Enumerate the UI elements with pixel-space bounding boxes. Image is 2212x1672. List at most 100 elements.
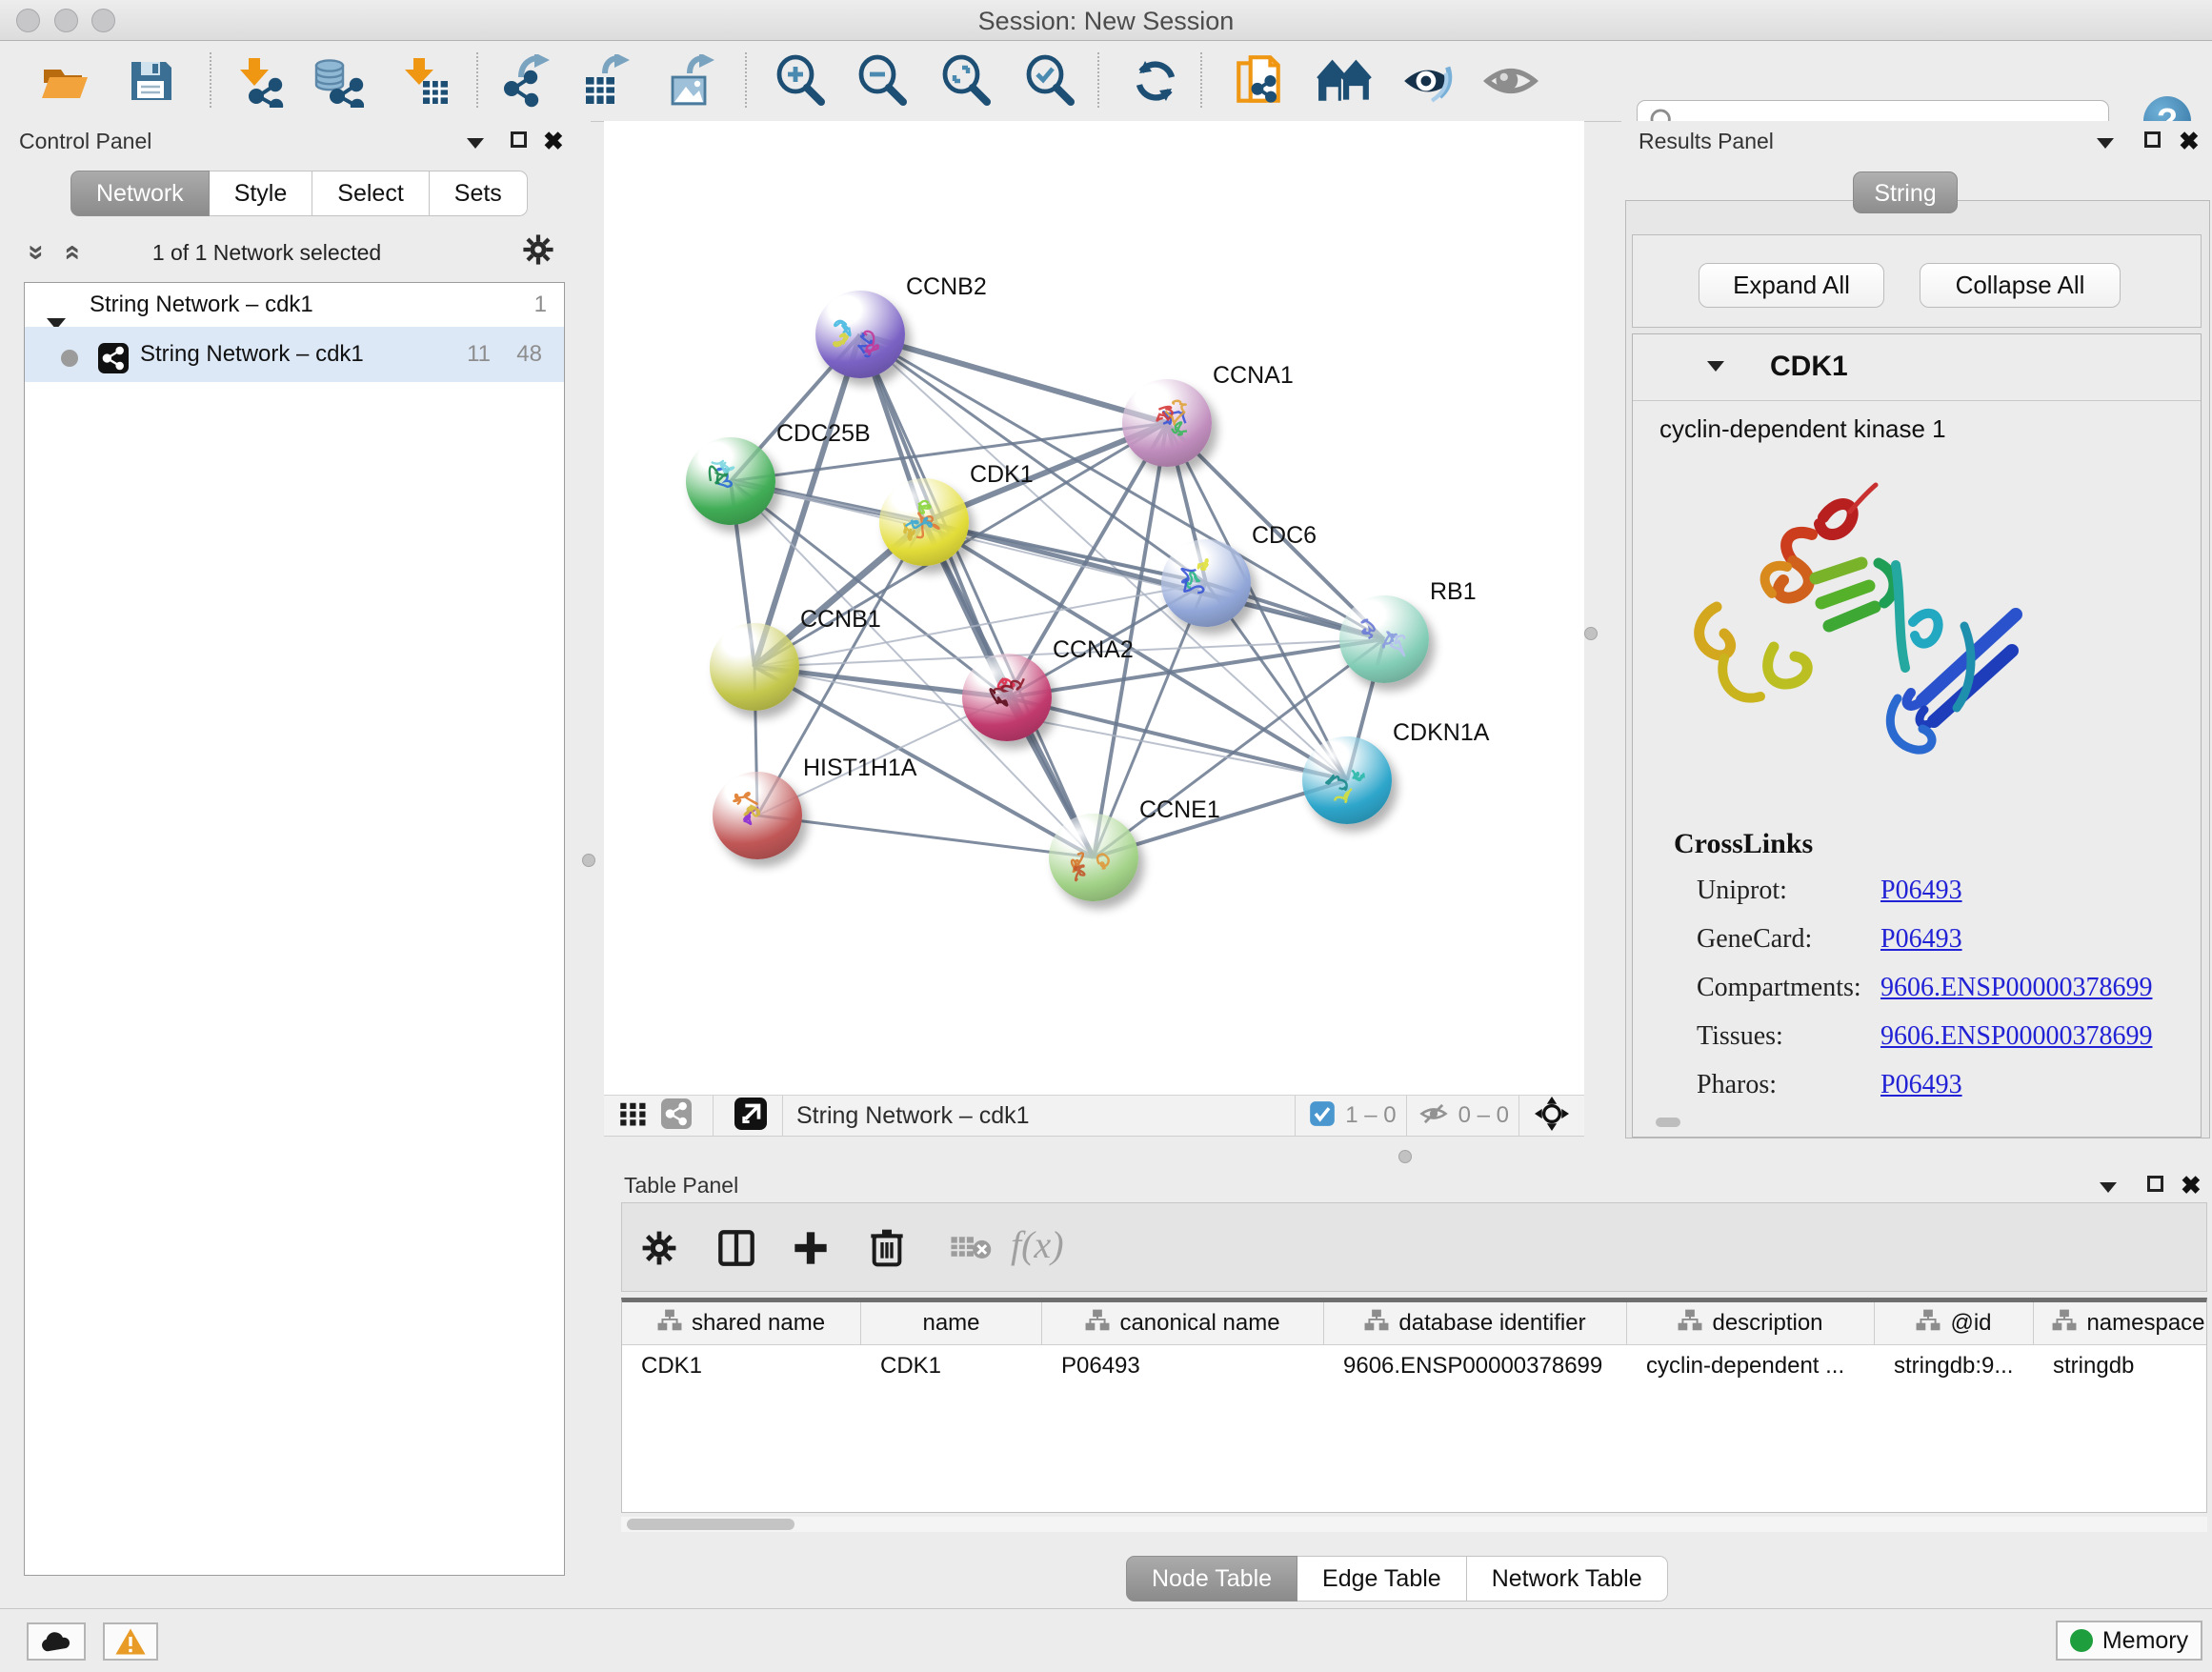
column-header-@id[interactable]: @id	[1875, 1302, 2034, 1344]
network-node-CCNA1[interactable]	[1122, 379, 1212, 467]
network-edge[interactable]	[757, 816, 1094, 857]
protein-card-header[interactable]: CDK1	[1633, 334, 2201, 401]
network-node-CCNE1[interactable]	[1049, 814, 1138, 901]
add-column-button[interactable]	[792, 1228, 830, 1273]
network-row-selected[interactable]: String Network – cdk1 11 48	[25, 327, 564, 382]
zoom-in-button[interactable]	[770, 50, 831, 111]
tab-network-table[interactable]: Network Table	[1467, 1556, 1668, 1601]
results-panel-collapse-button[interactable]	[2097, 136, 2114, 153]
column-header-canonical-name[interactable]: canonical name	[1042, 1302, 1324, 1344]
title-bar: Session: New Session	[0, 0, 2212, 41]
network-node-CDK1[interactable]	[879, 478, 969, 566]
network-node-CDKN1A[interactable]	[1302, 736, 1392, 824]
network-canvas[interactable]: CCNB2CCNA1CDC25BCDK1CDC6RB1CCNB1CCNA2CDK…	[604, 121, 1584, 1095]
tab-string[interactable]: String	[1853, 171, 1958, 213]
vertical-splitter-handle[interactable]	[582, 854, 595, 867]
import-table-button[interactable]	[394, 50, 455, 111]
results-panel-close-button[interactable]: ✖	[2179, 129, 2200, 153]
results-panel-float-button[interactable]	[2144, 131, 2161, 152]
function-builder-button[interactable]: f(x)	[1011, 1222, 1064, 1267]
crosslink-link[interactable]: P06493	[1880, 876, 1962, 906]
column-header-description[interactable]: description	[1627, 1302, 1875, 1344]
column-header-database-identifier[interactable]: database identifier	[1324, 1302, 1627, 1344]
table-cell[interactable]: cyclin-dependent ...	[1627, 1345, 1875, 1387]
save-session-button[interactable]	[120, 50, 181, 111]
network-node-CCNB1[interactable]	[710, 623, 799, 711]
protein-structure-thumbnail	[896, 495, 952, 551]
network-node-CDC25B[interactable]	[686, 437, 775, 525]
network-node-CCNA2[interactable]	[962, 654, 1052, 741]
open-session-button[interactable]	[34, 50, 95, 111]
import-network-file-button[interactable]	[228, 50, 289, 111]
cloud-icon	[39, 1629, 73, 1654]
network-node-CDC6[interactable]	[1161, 539, 1251, 627]
zoom-out-button[interactable]	[852, 50, 913, 111]
delete-table-button[interactable]	[950, 1232, 992, 1269]
tab-style[interactable]: Style	[210, 171, 313, 216]
tab-select[interactable]: Select	[312, 171, 429, 216]
crosslink-link[interactable]: 9606.ENSP00000378699	[1880, 973, 2152, 1003]
network-collection-row[interactable]: String Network – cdk1 1	[25, 283, 564, 327]
crosslink-link[interactable]: 9606.ENSP00000378699	[1880, 1021, 2152, 1052]
show-all-button[interactable]	[1480, 50, 1541, 111]
horizontal-splitter-handle[interactable]	[1398, 1150, 1412, 1163]
mini-scrollbar-thumb[interactable]	[1656, 1118, 1680, 1127]
detach-view-button[interactable]	[734, 1098, 767, 1135]
table-cell[interactable]: 9606.ENSP00000378699	[1324, 1345, 1627, 1387]
network-options-button[interactable]	[522, 233, 554, 271]
network-node-HIST1H1A[interactable]	[713, 772, 802, 859]
crosslink-link[interactable]: P06493	[1880, 924, 1962, 955]
table-cell[interactable]: CDK1	[622, 1345, 861, 1387]
table-cell[interactable]: P06493	[1042, 1345, 1324, 1387]
selected-checkbox[interactable]	[1309, 1100, 1336, 1132]
import-network-database-button[interactable]	[307, 50, 368, 111]
collapse-all-button[interactable]: Collapse All	[1920, 263, 2121, 308]
houses-button[interactable]	[1314, 50, 1375, 111]
column-header-namespace[interactable]: namespace	[2034, 1302, 2207, 1344]
table-options-button[interactable]	[641, 1230, 677, 1271]
hidden-indicator[interactable]	[1418, 1098, 1449, 1134]
tab-node-table[interactable]: Node Table	[1126, 1556, 1297, 1601]
hide-selected-button[interactable]	[1398, 50, 1458, 111]
zoom-selected-button[interactable]	[1019, 50, 1080, 111]
grid-view-button[interactable]	[619, 1099, 648, 1133]
control-panel-collapse-button[interactable]	[467, 136, 484, 153]
zoom-fit-button[interactable]	[935, 50, 996, 111]
memory-button[interactable]: Memory	[2056, 1621, 2202, 1661]
network-node-RB1[interactable]	[1339, 595, 1429, 683]
crosslink-link[interactable]: P06493	[1880, 1070, 1962, 1100]
network-edge[interactable]	[860, 334, 1167, 423]
export-network-button[interactable]	[494, 50, 555, 111]
duplicate-network-button[interactable]	[1228, 50, 1289, 111]
tab-edge-table[interactable]: Edge Table	[1297, 1556, 1467, 1601]
column-header-shared-name[interactable]: shared name	[622, 1302, 861, 1344]
navigator-button[interactable]	[1535, 1097, 1569, 1136]
warning-button[interactable]	[103, 1622, 158, 1661]
selected-count: 1 – 0	[1345, 1102, 1396, 1129]
table-horizontal-scrollbar[interactable]	[621, 1517, 2207, 1532]
control-panel-close-button[interactable]: ✖	[543, 129, 564, 153]
network-birdseye-button[interactable]	[661, 1098, 692, 1134]
export-table-button[interactable]	[574, 50, 635, 111]
table-panel-close-button[interactable]: ✖	[2181, 1173, 2202, 1198]
control-panel-float-button[interactable]	[511, 131, 527, 152]
scrollbar-thumb[interactable]	[627, 1519, 794, 1530]
table-panel-float-button[interactable]	[2147, 1176, 2163, 1197]
expand-all-button[interactable]: Expand All	[1699, 263, 1884, 308]
gear-icon	[522, 233, 554, 266]
delete-column-button[interactable]	[868, 1226, 906, 1273]
export-image-button[interactable]	[659, 50, 720, 111]
network-node-CCNB2[interactable]	[815, 291, 905, 378]
column-header-name[interactable]: name	[861, 1302, 1042, 1344]
table-panel-collapse-button[interactable]	[2100, 1180, 2117, 1198]
show-columns-button[interactable]	[717, 1228, 755, 1273]
tab-network[interactable]: Network	[70, 171, 210, 216]
refresh-view-button[interactable]	[1125, 50, 1186, 111]
cloud-button[interactable]	[27, 1622, 86, 1661]
table-row[interactable]: CDK1CDK1P064939606.ENSP00000378699cyclin…	[622, 1345, 2206, 1387]
table-cell[interactable]: stringdb:9...	[1875, 1345, 2034, 1387]
table-cell[interactable]: stringdb	[2034, 1345, 2207, 1387]
tab-sets[interactable]: Sets	[430, 171, 528, 216]
table-cell[interactable]: CDK1	[861, 1345, 1042, 1387]
vertical-splitter-handle[interactable]	[1584, 627, 1598, 640]
